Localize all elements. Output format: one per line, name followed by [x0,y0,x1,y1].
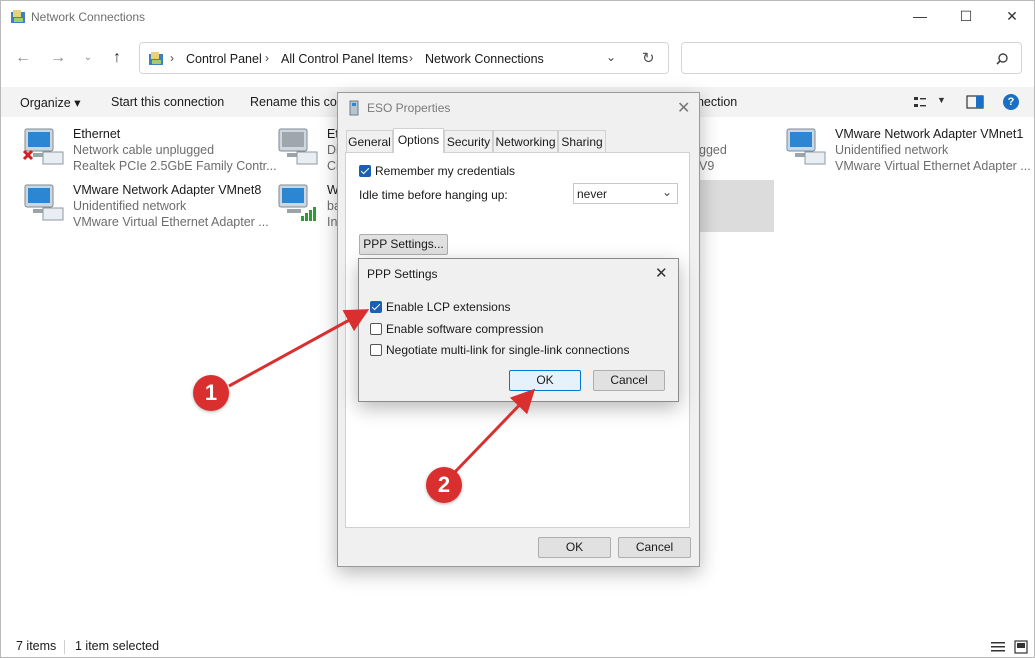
remember-credentials-label: Remember my credentials [375,164,516,178]
breadcrumb-network-connections[interactable]: Network Connections [425,52,544,66]
preview-pane-icon[interactable] [966,95,984,109]
ppp-close-icon[interactable]: ✕ [655,264,668,282]
software-compression-checkbox[interactable] [370,323,382,335]
breadcrumb-all-items[interactable]: All Control Panel Items [281,52,408,66]
minimize-button[interactable]: — [898,1,942,33]
network-adapter-icon [786,128,826,165]
control-panel-icon [149,52,163,65]
view-options-icon[interactable] [913,95,927,109]
refresh-icon[interactable]: ↻ [642,49,655,67]
idle-time-label: Idle time before hanging up: [359,188,508,202]
ppp-dialog-title: PPP Settings [367,267,438,281]
large-icons-view-icon[interactable] [1014,640,1028,654]
item-device: In [327,215,338,229]
network-connections-window: Network Connections — ☐ ✕ ← → ⌄ ↑ › Cont… [0,0,1035,658]
back-arrow-icon[interactable]: ← [11,45,35,71]
breadcrumb-control-panel[interactable]: Control Panel [186,52,262,66]
ppp-cancel-button[interactable]: Cancel [593,370,665,391]
organize-button[interactable]: Organize ▾ [20,95,80,110]
up-arrow-icon[interactable]: ↑ [105,45,129,71]
network-item-ethernet[interactable]: Ethernet Network cable unplugged Realtek… [19,125,277,173]
tab-sharing[interactable]: Sharing [558,130,606,152]
start-connection-button[interactable]: Start this connection [111,95,224,109]
details-view-icon[interactable] [991,641,1005,653]
multilink-checkbox[interactable] [370,344,382,356]
network-folder-icon [11,10,25,23]
help-icon[interactable]: ? [1003,94,1019,110]
eso-close-icon[interactable]: ✕ [677,98,690,118]
network-adapter-icon [22,128,64,165]
step-badge-1: 1 [193,375,229,411]
idle-time-value: never [577,187,608,201]
item-name: Ethernet [73,127,121,141]
breadcrumb-separator-icon: › [170,51,174,65]
eso-cancel-button[interactable]: Cancel [618,537,691,558]
item-status: Network cable unplugged [73,143,215,157]
item-device: VMware Virtual Ethernet Adapter ... [835,159,1031,173]
address-dropdown-icon[interactable]: ⌄ [606,50,616,64]
search-input[interactable] [681,42,1022,74]
tab-networking[interactable]: Networking [493,130,558,152]
forward-arrow-icon[interactable]: → [46,45,70,71]
address-bar[interactable]: › Control Panel › All Control Panel Item… [139,42,669,74]
remember-credentials-checkbox[interactable] [359,165,371,177]
item-status: Unidentified network [73,199,187,213]
tab-security[interactable]: Security [444,130,493,152]
item-name: VMware Network Adapter VMnet8 [73,183,262,197]
item-count: 7 items [16,639,57,653]
item-device: V9 [699,159,715,173]
view-dropdown-icon[interactable]: ▼ [937,95,946,105]
chevron-down-icon: ⌄ [662,185,673,199]
lcp-extensions-checkbox[interactable] [370,301,382,313]
item-device: Realtek PCIe 2.5GbE Family Contr... [73,159,277,173]
breadcrumb-separator-icon: › [265,51,269,65]
step-badge-2: 2 [426,467,462,503]
lcp-extensions-label: Enable LCP extensions [386,300,511,314]
multilink-label: Negotiate multi-link for single-link con… [386,343,630,357]
close-button[interactable]: ✕ [990,1,1034,33]
network-item-vmnet1[interactable]: VMware Network Adapter VMnet1 Unidentifi… [781,125,1031,173]
window-title: Network Connections [31,10,146,24]
title-bar: Network Connections — ☐ ✕ [1,1,1034,33]
tab-options[interactable]: Options [393,128,444,153]
status-divider [64,640,65,654]
item-device: VMware Virtual Ethernet Adapter ... [73,215,269,229]
wifi-adapter-icon [278,184,316,221]
recent-chevron-icon[interactable]: ⌄ [76,45,100,71]
eso-ok-button[interactable]: OK [538,537,611,558]
rename-connection-button[interactable]: Rename this con [250,95,344,109]
breadcrumb-separator-icon: › [409,51,413,65]
tab-general[interactable]: General [346,130,393,152]
network-adapter-icon [278,128,318,165]
item-status: gged [699,143,727,157]
search-icon [996,53,1008,65]
selection-count: 1 item selected [75,639,160,653]
ppp-settings-button[interactable]: PPP Settings... [359,234,448,255]
maximize-button[interactable]: ☐ [944,1,988,33]
network-item-vmnet8[interactable]: VMware Network Adapter VMnet8 Unidentifi… [19,181,269,229]
network-adapter-icon [24,184,64,221]
dialup-connection-icon [349,100,359,116]
ppp-ok-button[interactable]: OK [509,370,581,391]
item-status: Unidentified network [835,143,949,157]
eso-dialog-title: ESO Properties [367,101,451,115]
item-name: VMware Network Adapter VMnet1 [835,127,1024,141]
idle-time-select[interactable]: never ⌄ [573,183,678,204]
software-compression-label: Enable software compression [386,322,544,336]
selected-item-highlight [699,180,774,232]
